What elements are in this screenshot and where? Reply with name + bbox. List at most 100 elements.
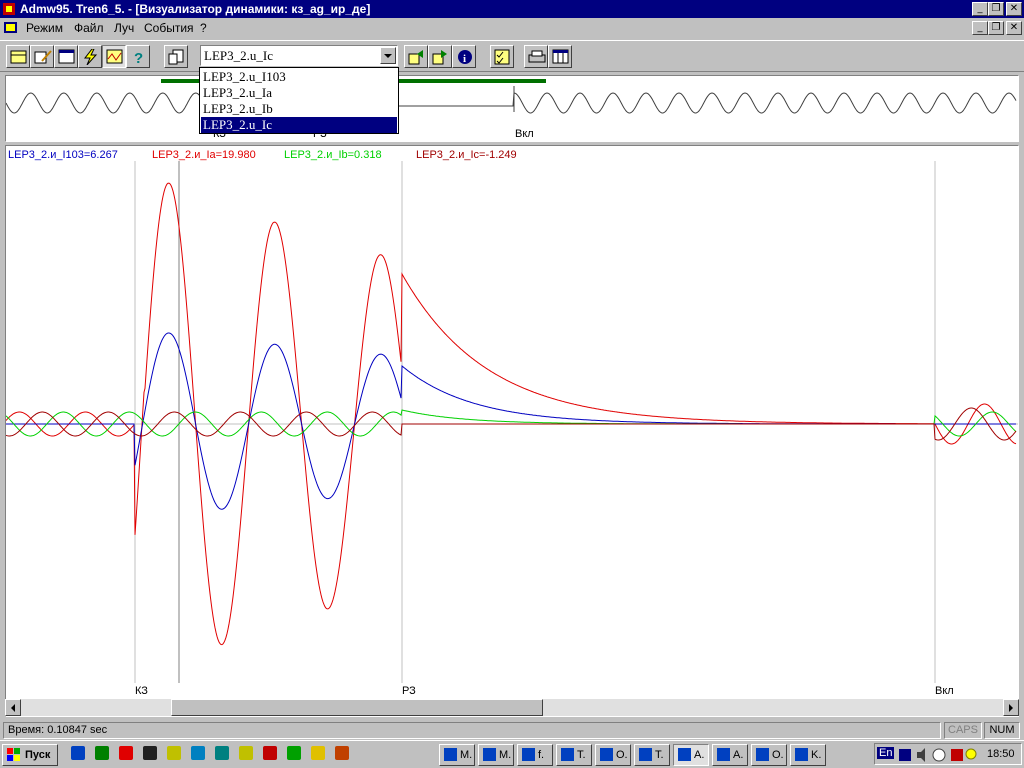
menu-rezhim[interactable]: Режим bbox=[26, 21, 63, 35]
task-button[interactable]: T. bbox=[556, 744, 592, 766]
overview-trace bbox=[6, 92, 1017, 114]
signal-dropdown-list[interactable]: LEP3_2.u_I103 LEP3_2.u_Ia LEP3_2.u_Ib LE… bbox=[199, 67, 399, 134]
dropdown-option[interactable]: LEP3_2.u_I103 bbox=[201, 69, 397, 85]
grid-icon bbox=[552, 49, 569, 64]
child-close-button[interactable]: ✕ bbox=[1006, 21, 1022, 35]
task-button[interactable]: A. bbox=[673, 744, 709, 766]
minimize-button[interactable]: _ bbox=[972, 2, 988, 16]
print-tool-button[interactable] bbox=[524, 45, 548, 68]
language-indicator[interactable]: En bbox=[877, 747, 895, 759]
arrow-right-icon bbox=[1009, 704, 1013, 712]
task-app-icon bbox=[639, 748, 652, 761]
help-tool-button[interactable]: ? bbox=[126, 45, 150, 68]
quick-launch-icon[interactable] bbox=[142, 745, 158, 761]
dropdown-option-selected[interactable]: LEP3_2.u_Ic bbox=[201, 117, 397, 133]
chevron-down-icon bbox=[384, 54, 392, 58]
task-button[interactable]: f. bbox=[517, 744, 553, 766]
scroll-thumb[interactable] bbox=[171, 699, 543, 716]
status-time-panel: Время: 0.10847 sec bbox=[3, 722, 941, 739]
menu-help[interactable]: ? bbox=[200, 21, 207, 35]
menu-events[interactable]: События bbox=[144, 21, 194, 35]
menu-file[interactable]: Файл bbox=[74, 21, 104, 35]
quick-launch-icon[interactable] bbox=[190, 745, 206, 761]
dropdown-arrow-button[interactable] bbox=[380, 47, 396, 64]
child-minimize-button[interactable]: _ bbox=[972, 21, 988, 35]
app-icon bbox=[3, 3, 15, 15]
task-app-icon bbox=[561, 748, 574, 761]
question-icon: ? bbox=[134, 50, 143, 65]
edit-tool-button[interactable] bbox=[30, 45, 54, 68]
quick-launch-icon[interactable] bbox=[310, 745, 326, 761]
task-button-label: O. bbox=[772, 749, 784, 761]
window-title: Admw95. Tren6_5. - [Визуализатор динамик… bbox=[20, 2, 371, 16]
marker-label-kz: КЗ bbox=[135, 685, 148, 697]
pencil-icon bbox=[34, 50, 52, 64]
info-tool-button[interactable]: i bbox=[452, 45, 476, 68]
restore-button[interactable]: ❐ bbox=[988, 2, 1004, 16]
signal-select-value: LEP3_2.u_Ic bbox=[204, 48, 273, 63]
child-restore-button[interactable]: ❐ bbox=[988, 21, 1004, 35]
overview-panel[interactable]: КЗ РЗ Вкл bbox=[5, 75, 1019, 142]
lightning-tool-button[interactable] bbox=[78, 45, 102, 68]
task-button-label: M. bbox=[499, 749, 512, 761]
quick-launch-icon[interactable] bbox=[286, 745, 302, 761]
quick-launch-icon[interactable] bbox=[94, 745, 110, 761]
caps-indicator: CAPS bbox=[944, 722, 982, 739]
task-button-label: T. bbox=[577, 749, 586, 761]
start-label: Пуск bbox=[25, 749, 51, 761]
copy-icon bbox=[168, 49, 184, 65]
taskbar: Пуск M. M. f. T. O. T. A. A. O. K. bbox=[0, 740, 1024, 768]
task-button-label: A. bbox=[694, 749, 705, 761]
scroll-left-button[interactable] bbox=[5, 699, 21, 716]
task-button[interactable]: O. bbox=[751, 744, 787, 766]
horizontal-scrollbar[interactable] bbox=[5, 699, 1019, 716]
dropdown-option[interactable]: LEP3_2.u_Ib bbox=[201, 101, 397, 117]
waveform-plot[interactable]: LEP3_2.и_I103=6.267 LEP3_2.и_Ia=19.980 L… bbox=[5, 145, 1019, 717]
task-button[interactable]: K. bbox=[790, 744, 826, 766]
task-button[interactable]: M. bbox=[478, 744, 514, 766]
task-button-label: K. bbox=[811, 749, 822, 761]
quick-launch-icon[interactable] bbox=[70, 745, 86, 761]
arrow-left-doc-icon bbox=[408, 50, 423, 65]
quick-launch-icon[interactable] bbox=[118, 745, 134, 761]
trace-ia bbox=[6, 182, 1017, 646]
marker-label-vkl: Вкл bbox=[935, 685, 954, 697]
close-button[interactable]: ✕ bbox=[1006, 2, 1022, 16]
window-tool-button[interactable] bbox=[54, 45, 78, 68]
task-app-icon bbox=[756, 748, 769, 761]
quick-launch-icon[interactable] bbox=[262, 745, 278, 761]
chart-tool-button[interactable] bbox=[102, 45, 126, 68]
svg-text:i: i bbox=[463, 53, 466, 65]
printer-icon bbox=[528, 50, 546, 63]
menu-luch[interactable]: Луч bbox=[114, 21, 134, 35]
task-button[interactable]: T. bbox=[634, 744, 670, 766]
task-app-icon bbox=[795, 748, 808, 761]
svg-text:?: ? bbox=[134, 50, 143, 65]
quick-launch-icon[interactable] bbox=[214, 745, 230, 761]
quick-launch-icon[interactable] bbox=[334, 745, 350, 761]
marker-label-rz: РЗ bbox=[402, 685, 416, 697]
quick-launch-icon[interactable] bbox=[238, 745, 254, 761]
checklist-tool-button[interactable] bbox=[490, 45, 514, 68]
task-button[interactable]: A. bbox=[712, 744, 748, 766]
quick-launch-bar bbox=[70, 745, 410, 765]
start-button[interactable]: Пуск bbox=[2, 744, 58, 766]
next-tool-button[interactable] bbox=[428, 45, 452, 68]
dropdown-option[interactable]: LEP3_2.u_Ia bbox=[201, 85, 397, 101]
quick-launch-icon[interactable] bbox=[166, 745, 182, 761]
waveform-canvas bbox=[6, 161, 1018, 683]
scroll-right-button[interactable] bbox=[1003, 699, 1019, 716]
open-tool-button[interactable] bbox=[6, 45, 30, 68]
calendar-tool-button[interactable] bbox=[548, 45, 572, 68]
readout-ic: LEP3_2.и_Ic=-1.249 bbox=[416, 149, 517, 161]
prev-tool-button[interactable] bbox=[404, 45, 428, 68]
arrow-right-doc-icon bbox=[432, 50, 447, 65]
signal-select[interactable]: LEP3_2.u_Ic bbox=[200, 45, 398, 66]
task-app-icon bbox=[483, 748, 496, 761]
doc-icon[interactable] bbox=[3, 21, 19, 35]
title-bar[interactable]: Admw95. Tren6_5. - [Визуализатор динамик… bbox=[0, 0, 1024, 18]
task-button[interactable]: O. bbox=[595, 744, 631, 766]
copy-tool-button[interactable] bbox=[164, 45, 188, 68]
task-button[interactable]: M. bbox=[439, 744, 475, 766]
clock[interactable]: 18:50 bbox=[987, 748, 1015, 760]
